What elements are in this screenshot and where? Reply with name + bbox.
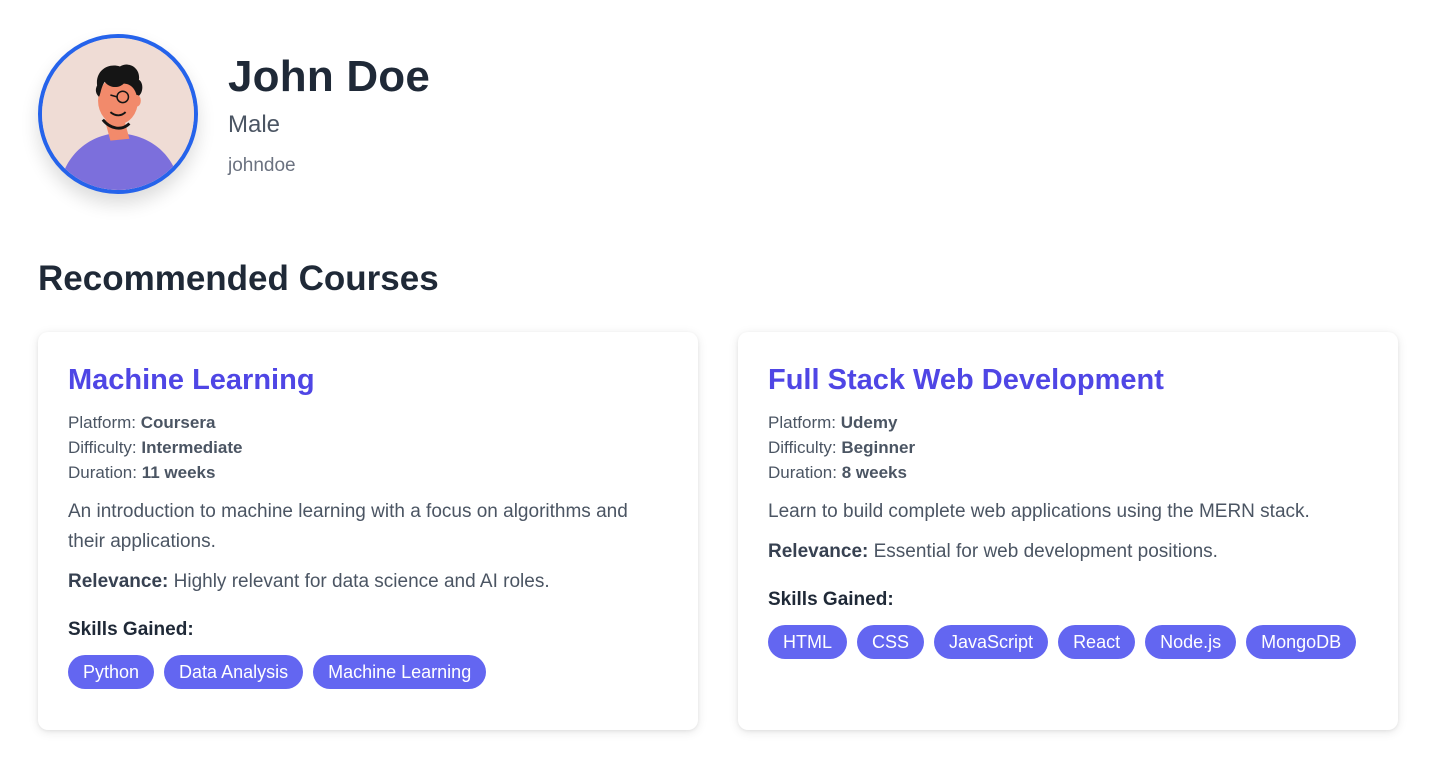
course-title[interactable]: Full Stack Web Development: [768, 362, 1368, 398]
skills-title: Skills Gained:: [768, 589, 894, 610]
skill-pill: MongoDB: [1246, 625, 1357, 659]
person-avatar-icon: [42, 38, 194, 190]
platform-label: Platform:: [68, 413, 137, 432]
difficulty-label: Difficulty:: [68, 438, 137, 457]
course-description: An introduction to machine learning with…: [68, 501, 628, 552]
skill-pill: Machine Learning: [313, 655, 487, 689]
course-duration: Duration: 11 weeks: [68, 460, 668, 485]
difficulty-label: Difficulty:: [768, 438, 837, 457]
course-difficulty: Difficulty: Beginner: [768, 435, 1368, 460]
relevance-label: Relevance:: [68, 571, 169, 592]
skill-pill: Node.js: [1145, 625, 1237, 659]
profile-name: John Doe: [228, 52, 431, 101]
duration-label: Duration:: [68, 463, 137, 482]
profile-page: John Doe Male johndoe Recommended Course…: [0, 0, 1436, 762]
difficulty-value: Intermediate: [141, 438, 243, 457]
course-relevance: Relevance: Essential for web development…: [768, 537, 1368, 567]
course-relevance: Relevance: Highly relevant for data scie…: [68, 567, 668, 597]
course-meta: Platform: Coursera Difficulty: Intermedi…: [68, 410, 668, 485]
profile-gender: Male: [228, 111, 281, 138]
skill-pill: HTML: [768, 625, 847, 659]
duration-value: 8 weeks: [841, 463, 907, 482]
course-meta: Platform: Udemy Difficulty: Beginner Dur…: [768, 410, 1368, 485]
relevance-label: Relevance:: [768, 541, 869, 562]
course-duration: Duration: 8 weeks: [768, 460, 1368, 485]
avatar: [38, 34, 198, 194]
duration-label: Duration:: [768, 463, 837, 482]
relevance-value: Highly relevant for data science and AI …: [173, 571, 550, 592]
platform-value: Udemy: [840, 413, 898, 432]
course-title[interactable]: Machine Learning: [68, 362, 668, 398]
skills-list: HTML CSS JavaScript React Node.js MongoD…: [768, 625, 1368, 659]
platform-value: Coursera: [140, 413, 216, 432]
skills-list: Python Data Analysis Machine Learning: [68, 655, 668, 689]
skill-pill: Python: [68, 655, 155, 689]
skill-pill: Data Analysis: [164, 655, 304, 689]
platform-label: Platform:: [768, 413, 837, 432]
section-title: Recommended Courses: [38, 259, 439, 298]
course-platform: Platform: Udemy: [768, 410, 1368, 435]
course-platform: Platform: Coursera: [68, 410, 668, 435]
profile-username: johndoe: [228, 155, 296, 176]
course-card: Full Stack Web Development Platform: Ude…: [738, 332, 1398, 730]
difficulty-value: Beginner: [841, 438, 916, 457]
skill-pill: React: [1058, 625, 1136, 659]
course-card: Machine Learning Platform: Coursera Diff…: [38, 332, 698, 730]
skill-pill: CSS: [857, 625, 925, 659]
course-description: Learn to build complete web applications…: [768, 501, 1310, 522]
skill-pill: JavaScript: [934, 625, 1049, 659]
duration-value: 11 weeks: [141, 463, 216, 482]
skills-title: Skills Gained:: [68, 619, 194, 640]
profile-info: John Doe Male johndoe: [228, 34, 430, 178]
course-list: Machine Learning Platform: Coursera Diff…: [38, 332, 1398, 730]
profile-header: John Doe Male johndoe: [38, 34, 1398, 194]
relevance-value: Essential for web development positions.: [873, 541, 1218, 562]
course-difficulty: Difficulty: Intermediate: [68, 435, 668, 460]
